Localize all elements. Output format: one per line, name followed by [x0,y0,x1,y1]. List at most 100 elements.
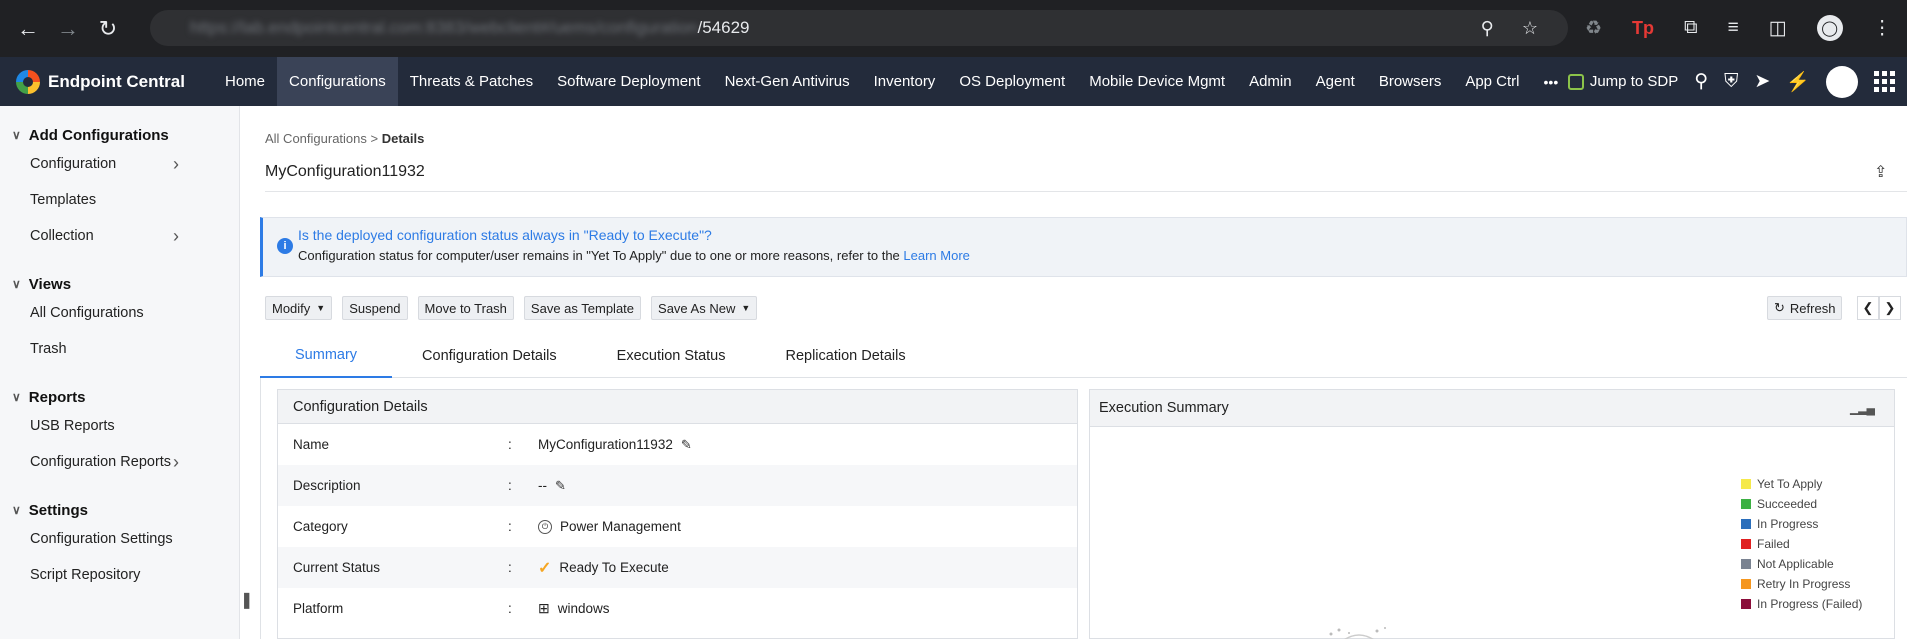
app-navbar: Endpoint Central Home Configurations Threa… [0,57,1907,106]
tab-replication-details[interactable]: Replication Details [755,334,935,378]
nav-tab-agent[interactable]: Agent [1304,57,1367,106]
sidebar-item-configuration[interactable]: Configuration › [0,146,239,182]
jump-to-sdp-link[interactable]: Jump to SDP [1567,73,1679,90]
panel-title: Configuration Details [278,390,1077,424]
user-avatar[interactable] [1826,65,1858,98]
info-banner: i Is the deployed configuration status a… [260,217,1907,277]
nav-tab-app-ctrl[interactable]: App Ctrl [1453,57,1531,106]
legend-item[interactable]: Retry In Progress [1741,574,1862,594]
extensions-puzzle-icon[interactable]: ⧉ [1684,17,1698,39]
shield-status-icon[interactable]: ⛨ [1724,71,1738,93]
breadcrumb-separator: > [370,131,379,146]
nav-tab-admin[interactable]: Admin [1237,57,1304,106]
address-bar[interactable]: https://lab.endpointcentral.com:8383/web… [150,10,1568,46]
jump-label: Jump to SDP [1589,73,1679,90]
modify-button[interactable]: Modify ▼ [265,296,333,320]
save-as-new-button[interactable]: Save As New ▼ [651,296,758,320]
learn-more-link[interactable]: Learn More [903,248,969,263]
nav-tab-inventory[interactable]: Inventory [862,57,948,106]
legend-item[interactable]: Failed [1741,534,1862,554]
sidebar-item-collection[interactable]: Collection › [0,218,239,254]
sidebar-item-templates[interactable]: Templates [0,182,239,218]
url-path: /54629 [697,18,750,37]
edit-pencil-icon[interactable]: ✎ [555,478,566,494]
row-separator: : [508,437,512,452]
detail-row-name: Name : MyConfiguration11932 ✎ [278,424,1077,465]
row-value: MyConfiguration11932 [538,437,673,452]
nav-tab-os-deployment[interactable]: OS Deployment [947,57,1077,106]
previous-icon[interactable]: ❮ [1857,296,1879,320]
side-panel-icon[interactable]: ◫ [1769,17,1787,40]
sidebar-group-header[interactable]: ∨ Settings [0,499,239,521]
execution-summary-panel: Execution Summary ▁▂▄ Yet To Apply Succee… [1089,389,1895,639]
move-to-trash-button[interactable]: Move to Trash [417,296,514,320]
export-icon[interactable]: ⇪ [1874,162,1887,182]
more-tabs-button[interactable]: ••• [1532,57,1571,106]
rocket-icon[interactable]: ➤ [1754,70,1770,93]
browser-menu-icon[interactable]: ⋮ [1873,17,1892,40]
detail-row-description: Description : -- ✎ [278,465,1077,506]
legend-item[interactable]: In Progress (Failed) [1741,594,1862,614]
breadcrumb-parent-link[interactable]: All Configurations [265,131,367,146]
profile-icon[interactable]: ◯ [1816,15,1843,41]
lightning-icon[interactable]: ⚡ [1786,70,1810,94]
legend-item[interactable]: Not Applicable [1741,554,1862,574]
legend-label: Not Applicable [1757,557,1834,571]
next-icon[interactable]: ❯ [1879,296,1901,320]
nav-tab-threats-patches[interactable]: Threats & Patches [398,57,545,106]
legend-item[interactable]: In Progress [1741,514,1862,534]
chevron-down-icon: ∨ [12,503,21,517]
nav-tab-home[interactable]: Home [213,57,277,106]
sidebar-resize-handle[interactable]: ❚ [240,590,253,614]
legend-swatch [1741,599,1751,609]
save-as-template-button[interactable]: Save as Template [523,296,642,320]
detail-row-status: Current Status : ✓ Ready To Execute [278,547,1077,588]
legend-item[interactable]: Succeeded [1741,494,1862,514]
brand[interactable]: Endpoint Central [0,69,213,94]
sidebar-group-header[interactable]: ∨ Reports [0,386,239,408]
legend-item[interactable]: Yet To Apply [1741,474,1862,494]
refresh-button[interactable]: ↻ Refresh [1767,296,1843,320]
nav-tab-mobile-device-mgmt[interactable]: Mobile Device Mgmt [1077,57,1237,106]
sdp-icon [1567,73,1584,90]
suspend-button[interactable]: Suspend [342,296,408,320]
sidebar-group: ∨ Views All Configurations Trash [0,273,239,367]
legend-swatch [1741,519,1751,529]
main-tabs: Home Configurations Threats & Patches Softw… [213,57,1532,106]
info-description: Configuration status for computer/user r… [298,248,900,263]
sidebar-item-configuration-settings[interactable]: Configuration Settings [0,521,239,557]
zoom-icon[interactable]: ⚲ [1481,18,1494,39]
sidebar-item-trash[interactable]: Trash [0,331,239,367]
nav-tab-browsers[interactable]: Browsers [1367,57,1454,106]
sidebar-item-configuration-reports[interactable]: Configuration Reports › [0,444,239,480]
media-queue-icon[interactable]: ≡ [1728,17,1739,39]
back-icon[interactable]: ← [8,9,48,49]
recycle-extension-icon[interactable]: ♻ [1585,17,1602,40]
tab-execution-status[interactable]: Execution Status [587,334,756,378]
refresh-label: Refresh [1789,300,1836,316]
sidebar-item-all-configurations[interactable]: All Configurations [0,295,239,331]
sidebar-item-label: USB Reports [30,418,115,434]
nav-tab-software-deployment[interactable]: Software Deployment [545,57,712,106]
nav-tab-configurations[interactable]: Configurations [277,57,398,106]
bookmark-star-icon[interactable]: ☆ [1522,18,1538,39]
tp-extension-icon[interactable]: Tp [1632,18,1654,39]
info-icon: i [277,238,293,254]
edit-pencil-icon[interactable]: ✎ [681,437,692,453]
caret-down-icon: ▼ [316,303,326,313]
tab-summary[interactable]: Summary [260,334,393,378]
bar-chart-icon[interactable]: ▁▂▄ [1850,401,1875,415]
search-icon[interactable]: ⚲ [1694,70,1708,93]
legend-swatch [1741,479,1751,489]
sidebar-item-usb-reports[interactable]: USB Reports [0,408,239,444]
sidebar-group-header[interactable]: ∨ Add Configurations [0,124,239,146]
sidebar-item-label: Script Repository [30,567,141,583]
app-grid-icon[interactable] [1874,71,1895,92]
tab-configuration-details[interactable]: Configuration Details [392,334,587,378]
forward-icon[interactable]: → [48,9,88,49]
reload-icon[interactable]: ↻ [88,9,128,49]
nav-tab-next-gen-antivirus[interactable]: Next-Gen Antivirus [713,57,862,106]
sidebar-item-script-repository[interactable]: Script Repository [0,557,239,593]
sidebar-group-header[interactable]: ∨ Views [0,273,239,295]
main-content: All Configurations > Details MyConfigura… [260,106,1907,639]
